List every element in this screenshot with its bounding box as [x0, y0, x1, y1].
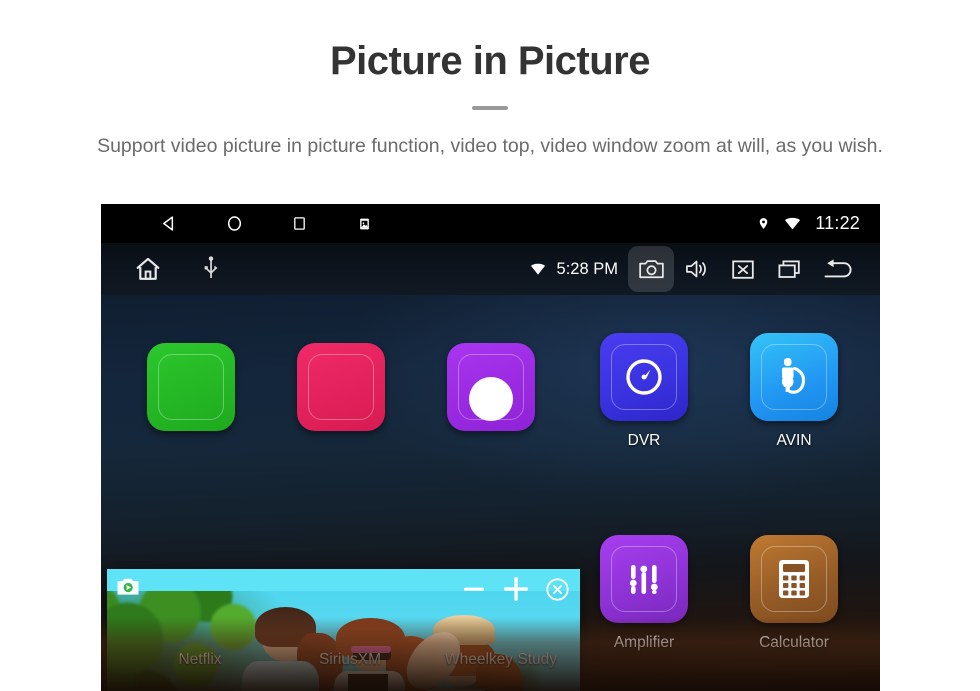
camera-button[interactable] — [628, 246, 674, 292]
app-tile-wheelkey[interactable] — [447, 343, 535, 431]
pip-controls — [460, 569, 570, 609]
calculator-icon — [774, 557, 814, 601]
app-label-calculator: Calculator — [759, 634, 829, 651]
app-tile-dvr[interactable] — [600, 333, 688, 421]
toolbar-left-group — [133, 254, 221, 284]
status-right-group: 11:22 — [753, 213, 860, 234]
app-dvr[interactable]: DVR — [591, 333, 697, 450]
multiwindow-button[interactable] — [766, 246, 812, 292]
av-plug-icon — [772, 354, 816, 400]
app-tile-netflix[interactable] — [147, 343, 235, 431]
recents-icon[interactable] — [289, 214, 309, 234]
app-label-amplifier: Amplifier — [613, 634, 675, 651]
close-app-button[interactable] — [720, 246, 766, 292]
volume-button[interactable] — [674, 246, 720, 292]
return-button[interactable] — [812, 246, 864, 292]
page-root: Picture in Picture Support video picture… — [0, 0, 980, 691]
toolbar-right-group: 5:28 PM — [527, 246, 864, 292]
title-divider — [472, 106, 508, 110]
app-avin[interactable]: AVIN — [741, 333, 847, 450]
app-tile-avin[interactable] — [750, 333, 838, 421]
app-calculator[interactable]: Calculator — [741, 535, 847, 652]
toolbar-wifi-icon — [527, 259, 549, 279]
toolbar-clock: 5:28 PM — [556, 259, 618, 278]
app-grid: DVR AVIN Amplifier Calculator Netflix Si… — [101, 295, 880, 691]
pip-window[interactable]: eicana — [107, 569, 580, 691]
wifi-icon — [782, 214, 802, 234]
page-subtitle: Support video picture in picture functio… — [97, 135, 883, 157]
zoom-out-button[interactable] — [460, 575, 488, 603]
android-status-bar: 11:22 — [101, 204, 880, 243]
app-tile-calculator[interactable] — [750, 535, 838, 623]
location-pin-icon — [753, 214, 773, 234]
video-camera-icon — [115, 574, 143, 600]
zoom-in-button[interactable] — [501, 574, 531, 604]
close-pip-button[interactable] — [544, 576, 570, 602]
system-toolbar: 5:28 PM — [101, 243, 880, 295]
app-amplifier[interactable]: Amplifier — [591, 535, 697, 652]
screenshot-icon[interactable] — [354, 214, 374, 234]
status-clock: 11:22 — [815, 213, 860, 233]
device-screen: 11:22 5:28 PM DVR AVIN Amplifier Calcula… — [101, 204, 880, 691]
home-button[interactable] — [133, 254, 163, 284]
status-nav-group — [159, 214, 374, 234]
app-tile-siriusxm[interactable] — [297, 343, 385, 431]
app-label-dvr: DVR — [627, 432, 661, 449]
home-icon[interactable] — [224, 214, 244, 234]
page-title: Picture in Picture — [330, 39, 650, 83]
back-icon[interactable] — [159, 214, 179, 234]
app-label-avin: AVIN — [776, 432, 812, 449]
app-tile-amplifier[interactable] — [600, 535, 688, 623]
gauge-icon — [621, 354, 667, 400]
usb-icon[interactable] — [201, 256, 221, 282]
equalizer-icon — [622, 557, 666, 601]
launcher-background: DVR AVIN Amplifier Calculator Netflix Si… — [101, 295, 880, 691]
hero-section: Picture in Picture Support video picture… — [0, 0, 980, 162]
